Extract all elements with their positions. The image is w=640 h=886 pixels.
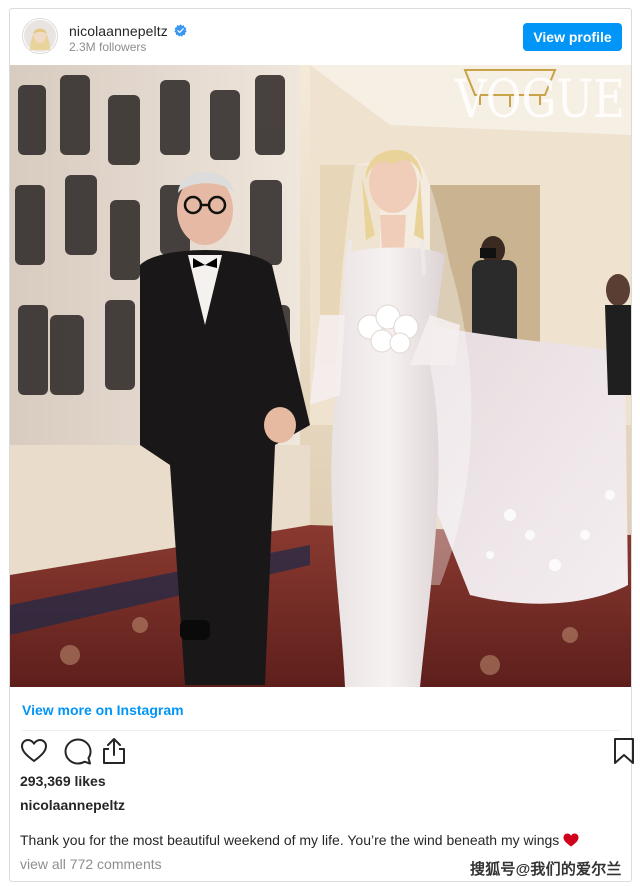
- username[interactable]: nicolaannepeltz: [69, 23, 168, 39]
- view-more-link[interactable]: View more on Instagram: [22, 702, 184, 718]
- comment-icon[interactable]: [64, 737, 92, 765]
- instagram-embed: nicolaannepeltz 2.3M followers View prof…: [9, 8, 634, 882]
- heart-icon[interactable]: [20, 737, 48, 765]
- view-profile-button[interactable]: View profile: [523, 23, 622, 51]
- red-heart-emoji-icon: [563, 833, 579, 847]
- follower-count: 2.3M followers: [69, 40, 147, 54]
- verified-badge-icon: [174, 24, 187, 37]
- share-icon[interactable]: [100, 737, 128, 765]
- profile-avatar[interactable]: [22, 18, 58, 54]
- post-photo[interactable]: VOGUE: [10, 65, 631, 687]
- caption-username[interactable]: nicolaannepeltz: [20, 797, 125, 813]
- caption-body: Thank you for the most beautiful weekend…: [20, 832, 560, 848]
- bookmark-icon[interactable]: [610, 737, 638, 765]
- caption-text: Thank you for the most beautiful weekend…: [20, 832, 579, 848]
- like-count[interactable]: 293,369 likes: [20, 773, 106, 789]
- post-header: nicolaannepeltz 2.3M followers View prof…: [10, 9, 631, 65]
- action-bar: [20, 737, 634, 767]
- vogue-logo: VOGUE: [454, 70, 625, 130]
- view-comments-link[interactable]: view all 772 comments: [20, 856, 162, 872]
- watermark: 搜狐号@我们的爱尔兰: [470, 861, 622, 878]
- divider: [22, 730, 620, 731]
